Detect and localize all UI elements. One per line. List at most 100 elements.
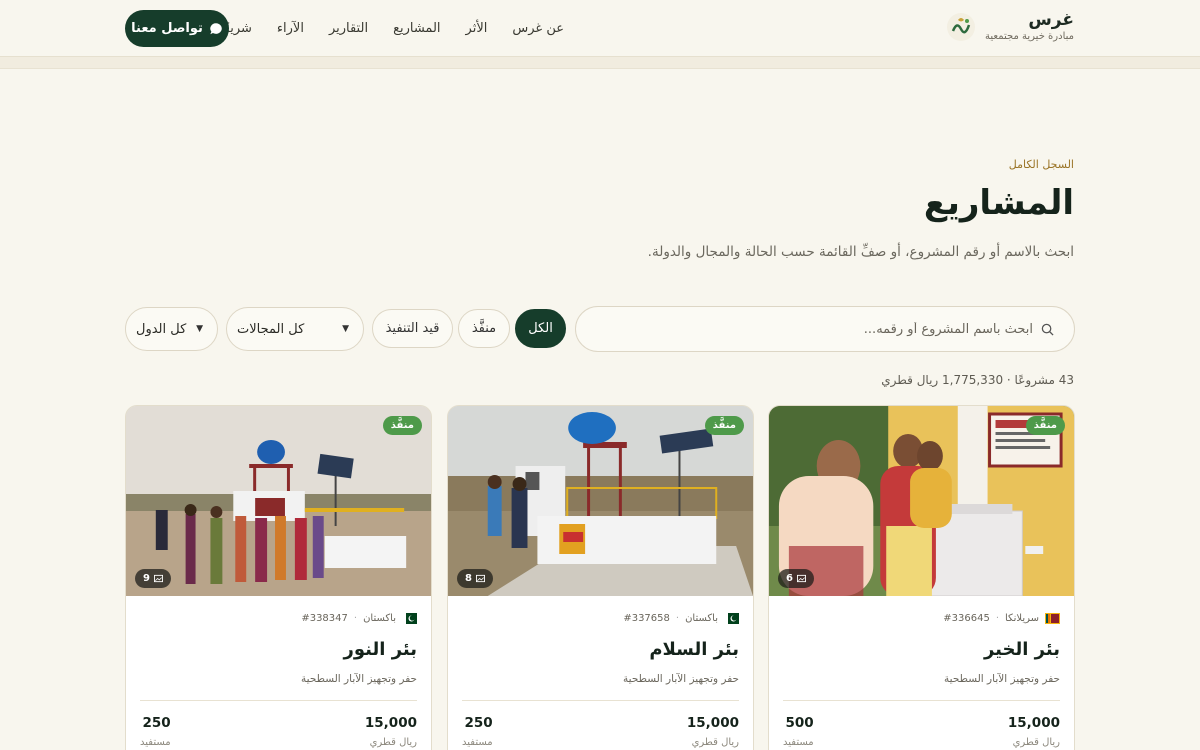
photo-count-value: 9	[143, 573, 150, 584]
chevron-down-icon: ▼	[196, 324, 203, 334]
page-subtitle: ابحث بالاسم أو رقم المشروع، أو صفِّ القا…	[647, 244, 1074, 260]
project-photo[interactable]: منفَّذ 6	[769, 406, 1074, 596]
nav-item-impact[interactable]: الأثر	[466, 21, 488, 36]
project-cost-value: 15,000	[686, 715, 739, 731]
project-cost: 15,000 ريال قطري	[687, 715, 739, 748]
project-stats: 15,000 ريال قطري 250 مستفيد	[140, 715, 417, 748]
pakistan-flag-icon	[724, 612, 739, 624]
site-header: غرس مبادرة خيرية مجتمعية عن غرس الأثر ال…	[0, 0, 1200, 57]
project-country: باكستان	[685, 612, 718, 624]
nav-item-reports[interactable]: التقارير	[329, 21, 368, 36]
field-select[interactable]: كل المجالات ▼	[226, 307, 364, 351]
status-tab-completed[interactable]: منفَّذ	[458, 309, 510, 348]
project-description: حفر وتجهيز الآبار السطحية	[944, 673, 1060, 685]
project-description: حفر وتجهيز الآبار السطحية	[623, 673, 739, 685]
meta-separator: ·	[995, 612, 999, 624]
photo-count-badge[interactable]: 6	[778, 569, 814, 588]
contact-button[interactable]: تواصل معنا	[125, 10, 229, 47]
pakistan-flag-icon	[402, 612, 417, 624]
project-beneficiaries-value: 250	[464, 715, 493, 731]
project-beneficiaries-value: 250	[142, 715, 171, 731]
project-photo-image	[769, 406, 1074, 596]
project-beneficiaries: 250 مستفيد	[462, 715, 493, 748]
project-card[interactable]: منفَّذ 9 باكستان · #338347 بئر النور حفر…	[125, 405, 432, 750]
project-description: حفر وتجهيز الآبار السطحية	[301, 673, 417, 685]
nav-item-projects[interactable]: المشاريع	[393, 21, 440, 36]
status-badge: منفَّذ	[1025, 416, 1065, 435]
project-number: #336645	[943, 612, 990, 624]
chat-bubble-icon	[210, 22, 222, 34]
project-card[interactable]: منفَّذ 8 باكستان · #337658 بئر السلام حف…	[447, 405, 754, 750]
contact-button-label: تواصل معنا	[131, 21, 203, 36]
project-card-body: باكستان · #337658 بئر السلام حفر وتجهيز …	[448, 596, 753, 748]
search-icon	[1041, 323, 1054, 336]
project-title[interactable]: بئر النور	[140, 638, 418, 662]
search-input[interactable]	[613, 321, 1033, 337]
page-title: المشاريع	[923, 183, 1074, 223]
status-badge: منفَّذ	[704, 416, 744, 435]
meta-separator: ·	[353, 612, 358, 624]
project-cost-label: ريال قطري	[369, 737, 417, 748]
nav-item-about[interactable]: عن غرس	[512, 21, 564, 36]
project-title[interactable]: بئر الخير	[783, 638, 1060, 662]
card-divider	[783, 700, 1060, 701]
project-beneficiaries-value: 500	[785, 715, 814, 731]
photo-count-badge[interactable]: 8	[457, 569, 493, 588]
brand-logo-icon	[947, 13, 976, 41]
card-divider	[462, 700, 739, 701]
photo-count-value: 8	[465, 573, 472, 584]
project-stats: 15,000 ريال قطري 500 مستفيد	[783, 715, 1060, 748]
project-number: #338347	[301, 612, 348, 624]
search-box[interactable]	[575, 306, 1075, 352]
main-nav: عن غرس الأثر المشاريع التقارير الآراء شر…	[215, 0, 564, 57]
brand-text: غرس مبادرة خيرية مجتمعية	[985, 10, 1074, 44]
project-country: باكستان	[363, 612, 396, 624]
status-badge: منفَّذ	[382, 416, 422, 435]
project-photo[interactable]: منفَّذ 8	[448, 406, 753, 596]
photo-count-badge[interactable]: 9	[135, 569, 171, 588]
project-beneficiaries-label: مستفيد	[140, 737, 171, 748]
brand-name: غرس	[1028, 10, 1074, 30]
project-meta: باكستان · #337658	[462, 610, 739, 626]
status-tab-all[interactable]: الكل	[515, 309, 566, 348]
project-cost: 15,000 ريال قطري	[1008, 715, 1060, 748]
project-beneficiaries: 250 مستفيد	[140, 715, 171, 748]
brand[interactable]: غرس مبادرة خيرية مجتمعية	[945, 10, 1074, 44]
sri-lanka-flag-icon	[1045, 612, 1060, 624]
image-icon	[796, 574, 806, 583]
image-icon	[475, 574, 485, 583]
project-photo[interactable]: منفَّذ 9	[126, 406, 431, 596]
photo-count-value: 6	[786, 573, 793, 584]
chevron-down-icon: ▼	[342, 324, 349, 334]
field-select-value: كل المجالات	[237, 321, 305, 337]
project-cost-value: 15,000	[364, 715, 417, 731]
project-title[interactable]: بئر السلام	[462, 638, 739, 662]
country-select[interactable]: كل الدول ▼	[125, 307, 218, 351]
image-icon	[153, 574, 163, 583]
project-cost-value: 15,000	[1007, 715, 1060, 731]
project-cost: 15,000 ريال قطري	[365, 715, 417, 748]
project-meta: سريلانكا · #336645	[783, 610, 1060, 626]
brand-tagline: مبادرة خيرية مجتمعية	[985, 31, 1074, 42]
project-country: سريلانكا	[1005, 612, 1039, 624]
project-beneficiaries: 500 مستفيد	[783, 715, 814, 748]
status-tab-in-progress[interactable]: قيد التنفيذ	[372, 309, 453, 348]
project-card-body: باكستان · #338347 بئر النور حفر وتجهيز ا…	[126, 596, 431, 748]
project-meta: باكستان · #338347	[140, 610, 417, 626]
project-photo-image	[126, 406, 431, 596]
country-select-value: كل الدول	[136, 321, 187, 337]
nav-item-testimonials[interactable]: الآراء	[277, 21, 304, 36]
project-photo-image	[448, 406, 753, 596]
project-cost-label: ريال قطري	[1012, 737, 1060, 748]
project-beneficiaries-label: مستفيد	[462, 737, 493, 748]
card-divider	[140, 700, 417, 701]
project-number: #337658	[623, 612, 670, 624]
header-divider-strip	[0, 57, 1200, 69]
results-summary: 43 مشروعًا · 1,775,330 ريال قطري	[881, 373, 1074, 387]
project-stats: 15,000 ريال قطري 250 مستفيد	[462, 715, 739, 748]
meta-separator: ·	[675, 612, 680, 624]
page-eyebrow: السجل الكامل	[1008, 158, 1074, 171]
project-card[interactable]: منفَّذ 6 سريلانكا · #336645 بئر الخير حف…	[768, 405, 1075, 750]
project-cost-label: ريال قطري	[691, 737, 739, 748]
project-card-body: سريلانكا · #336645 بئر الخير حفر وتجهيز …	[769, 596, 1074, 748]
